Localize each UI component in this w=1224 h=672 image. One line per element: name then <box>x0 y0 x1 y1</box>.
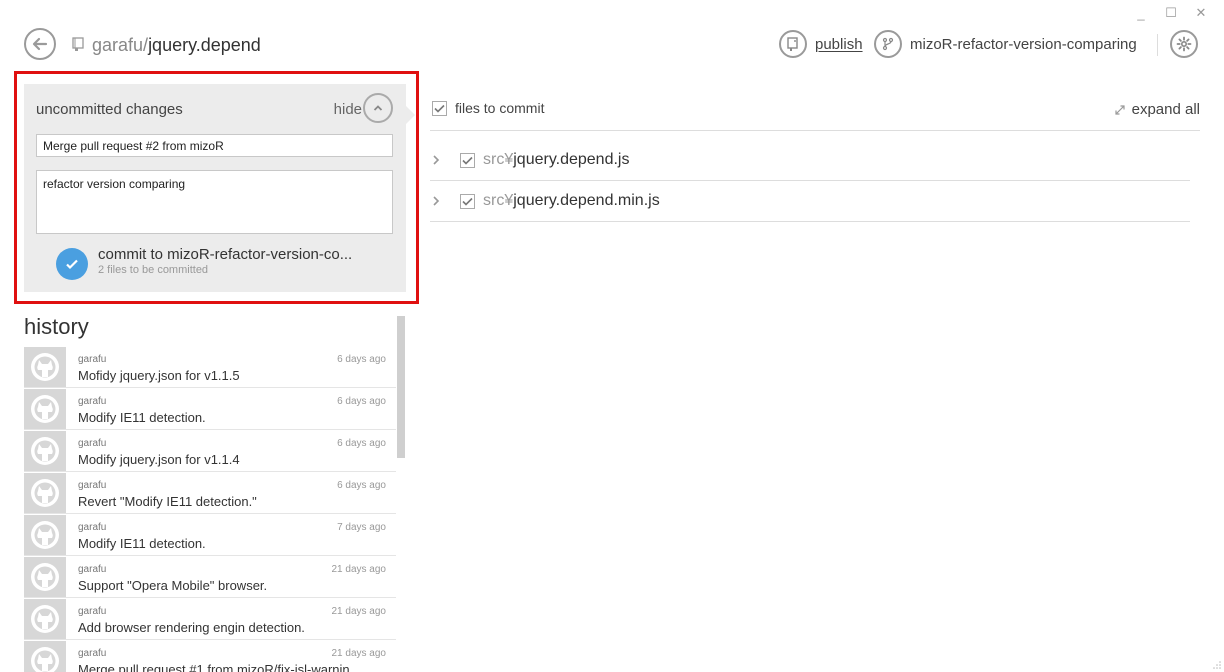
repo-path: garafu/jquery.depend <box>92 35 261 56</box>
file-row[interactable]: src¥jquery.depend.min.js <box>430 181 1190 222</box>
back-button[interactable] <box>24 28 56 60</box>
select-all-checkbox[interactable] <box>432 100 447 116</box>
commit-author: garafu <box>78 354 107 365</box>
commit-author: garafu <box>78 522 107 533</box>
history-item[interactable]: garafu 6 days ago Mofidy jquery.json for v… <box>24 346 396 388</box>
commit-message: Modify IE11 detection. <box>78 536 206 551</box>
commit-time: 21 days ago <box>331 564 387 575</box>
window-controls: _ ☐ ✕ <box>1126 4 1216 22</box>
expand-all-button[interactable]: expand all <box>1114 101 1200 118</box>
commit-author: garafu <box>78 564 107 575</box>
commit-message: Revert "Modify IE11 detection." <box>78 494 257 509</box>
file-checkbox[interactable] <box>460 152 475 168</box>
history-item[interactable]: garafu 21 days ago Merge pull request #1 f… <box>24 640 396 672</box>
settings-button[interactable] <box>1170 30 1198 58</box>
avatar <box>24 599 66 639</box>
publish-button[interactable]: publish <box>779 30 863 58</box>
minimize-button[interactable]: _ <box>1126 4 1156 22</box>
checkmark-icon <box>434 104 445 113</box>
commit-author: garafu <box>78 606 107 617</box>
commit-time: 21 days ago <box>331 648 387 659</box>
commit-author: garafu <box>78 648 107 659</box>
github-octocat-icon <box>31 521 59 549</box>
history-title: history <box>24 314 89 339</box>
close-button[interactable]: ✕ <box>1186 4 1216 22</box>
github-octocat-icon <box>31 563 59 591</box>
commit-time: 7 days ago <box>337 522 386 533</box>
repo-name: jquery.depend <box>148 35 261 55</box>
files-to-commit-label: files to commit <box>455 100 545 116</box>
commit-time: 6 days ago <box>337 354 386 365</box>
commit-message: Support "Opera Mobile" browser. <box>78 578 268 593</box>
history-item[interactable]: garafu 21 days ago Add browser rendering e… <box>24 598 396 640</box>
commit-author: garafu <box>78 438 107 449</box>
file-checkbox[interactable] <box>460 193 475 209</box>
files-to-commit-header: files to commit <box>432 100 544 116</box>
github-octocat-icon <box>31 437 59 465</box>
history-item[interactable]: garafu 6 days ago Modify jquery.json for v… <box>24 430 396 472</box>
branch-selector[interactable]: mizoR-refactor-version-comparing <box>874 30 1137 58</box>
commit-time: 6 days ago <box>337 480 386 491</box>
commit-author: garafu <box>78 396 107 407</box>
commit-message: Modify IE11 detection. <box>78 410 206 425</box>
toolbar-divider <box>1157 34 1158 56</box>
commit-time: 6 days ago <box>337 438 386 449</box>
arrow-left-icon <box>32 37 48 51</box>
avatar <box>24 557 66 597</box>
chevron-right-icon[interactable] <box>432 195 448 207</box>
files-divider <box>430 130 1200 131</box>
avatar <box>24 473 66 513</box>
history-item[interactable]: garafu 7 days ago Modify IE11 detection. <box>24 514 396 556</box>
history-item[interactable]: garafu 6 days ago Revert "Modify IE11 dete… <box>24 472 396 514</box>
checkmark-icon <box>462 197 473 206</box>
github-octocat-icon <box>31 353 59 381</box>
commit-time: 21 days ago <box>331 606 387 617</box>
avatar <box>24 347 66 387</box>
commit-time: 6 days ago <box>337 396 386 407</box>
commit-author: garafu <box>78 480 107 491</box>
avatar <box>24 389 66 429</box>
avatar <box>24 641 66 672</box>
github-octocat-icon <box>31 605 59 633</box>
github-octocat-icon <box>31 395 59 423</box>
avatar <box>24 431 66 471</box>
gear-icon <box>1176 36 1192 52</box>
highlight-frame <box>14 71 419 304</box>
file-name: jquery.depend.js <box>513 151 630 168</box>
commit-message: Mofidy jquery.json for v1.1.5 <box>78 368 240 383</box>
chevron-right-icon[interactable] <box>432 154 448 166</box>
file-dir: src¥ <box>483 192 514 209</box>
checkmark-icon <box>462 156 473 165</box>
commit-message: Add browser rendering engin detection. <box>78 620 305 635</box>
github-octocat-icon <box>31 479 59 507</box>
github-octocat-icon <box>31 647 59 672</box>
file-name: jquery.depend.min.js <box>513 192 660 209</box>
history-item[interactable]: garafu 6 days ago Modify IE11 detection. <box>24 388 396 430</box>
repo-icon <box>72 37 84 51</box>
expand-icon <box>1115 104 1125 115</box>
expand-all-label: expand all <box>1131 101 1200 118</box>
branch-icon <box>874 30 902 58</box>
avatar <box>24 515 66 555</box>
file-path: src¥jquery.depend.js <box>483 151 629 169</box>
resize-grip-icon[interactable] <box>1212 660 1222 670</box>
publish-icon <box>779 30 807 58</box>
file-row[interactable]: src¥jquery.depend.js <box>430 140 1190 181</box>
commit-message: Merge pull request #1 from mizoR/fix-jsl… <box>78 662 361 672</box>
file-path: src¥jquery.depend.min.js <box>483 192 660 210</box>
commit-message: Modify jquery.json for v1.1.4 <box>78 452 240 467</box>
maximize-button[interactable]: ☐ <box>1156 4 1186 22</box>
publish-label: publish <box>815 35 863 53</box>
file-dir: src¥ <box>483 151 514 168</box>
branch-label: mizoR-refactor-version-comparing <box>910 35 1137 53</box>
history-item[interactable]: garafu 21 days ago Support "Opera Mobile" … <box>24 556 396 598</box>
repo-owner[interactable]: garafu <box>92 35 143 55</box>
history-scrollbar[interactable] <box>397 316 405 458</box>
history-list: garafu 6 days ago Mofidy jquery.json for v… <box>24 346 396 672</box>
